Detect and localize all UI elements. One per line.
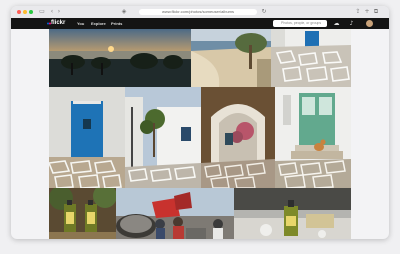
photo-beach-bay[interactable] [191, 29, 271, 87]
close-window-button[interactable] [17, 10, 21, 14]
back-icon[interactable]: ‹ [49, 9, 55, 15]
olive-oil-bottles-image [49, 188, 116, 239]
flickr-logo[interactable]: flickr [51, 19, 65, 28]
blue-door-terrace-image [271, 29, 351, 87]
minimize-window-button[interactable] [23, 10, 27, 14]
beach-bay-image [191, 29, 271, 87]
new-tab-icon[interactable]: + [364, 9, 370, 15]
shield-icon[interactable]: ◈ [121, 9, 127, 15]
photo-blue-door-terrace[interactable] [271, 29, 351, 87]
upload-icon[interactable]: ☁ [333, 20, 340, 27]
photo-blue-door-wall[interactable] [49, 87, 125, 188]
reload-icon[interactable]: ↻ [261, 9, 267, 15]
zoom-window-button[interactable] [29, 10, 33, 14]
photo-archway-alley[interactable] [201, 87, 275, 188]
sidebar-icon[interactable]: ▭ [39, 9, 45, 15]
search-input[interactable]: Photos, people, or groups [273, 20, 327, 27]
photo-white-street-tree[interactable] [125, 87, 201, 188]
photo-fishermen-nets[interactable] [116, 188, 234, 239]
photo-green-door-cat[interactable] [275, 87, 351, 188]
olive-oil-table-image [234, 188, 351, 239]
browser-window: ▭ ‹ › ◈ www.flickr.com/photos/someuser/a… [11, 6, 389, 239]
archway-alley-image [201, 87, 275, 188]
photo-olive-oil-bottles[interactable] [49, 188, 116, 239]
photo-sunset-harbor[interactable] [49, 29, 191, 87]
bell-icon[interactable]: ♪ [348, 20, 355, 27]
forward-icon[interactable]: › [56, 9, 62, 15]
flickr-navbar: flickr You Explore Prints ⚲ Photos, peop… [11, 18, 389, 29]
tabs-icon[interactable]: ⧉ [373, 9, 379, 15]
blue-door-wall-image [49, 87, 125, 188]
share-icon[interactable]: ⇪ [355, 9, 361, 15]
green-door-cat-image [275, 87, 351, 188]
sunset-harbor-image [49, 29, 191, 87]
address-bar[interactable]: www.flickr.com/photos/someuser/albums [139, 9, 257, 15]
avatar[interactable] [366, 20, 373, 27]
nav-link-prints[interactable]: Prints [111, 19, 122, 28]
fishermen-nets-image [116, 188, 234, 239]
nav-link-explore[interactable]: Explore [91, 19, 106, 28]
photo-olive-oil-table[interactable] [234, 188, 351, 239]
nav-link-you[interactable]: You [77, 19, 84, 28]
white-street-tree-image [125, 87, 201, 188]
